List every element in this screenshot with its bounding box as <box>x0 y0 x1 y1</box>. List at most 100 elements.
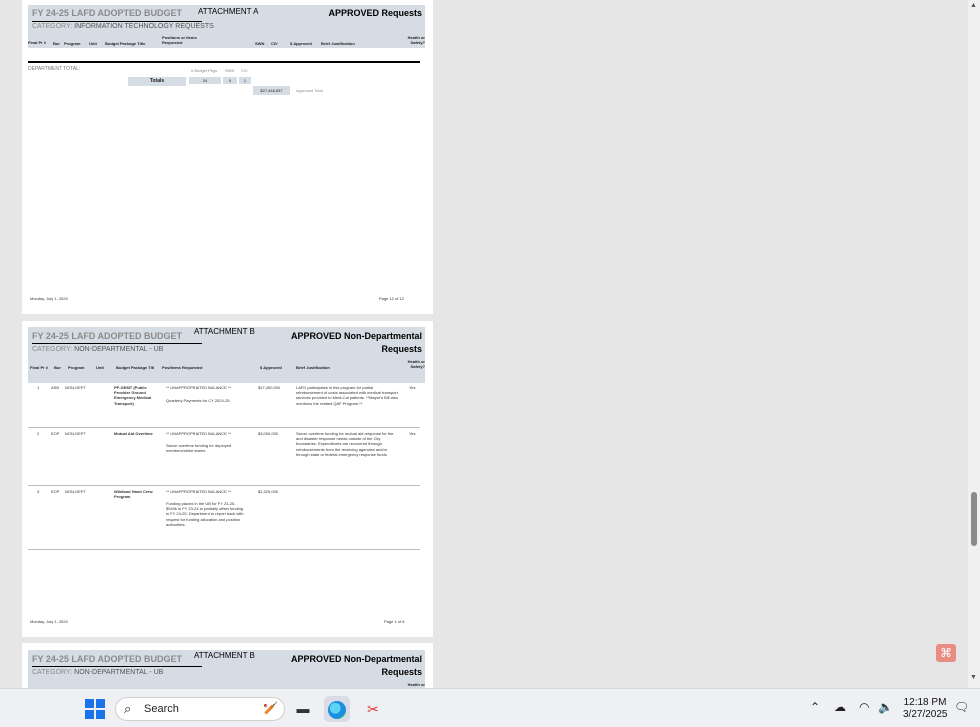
approved-total-label: Approved Total <box>296 88 323 93</box>
row2-bur: EOP <box>51 431 60 436</box>
taskbar-search-box[interactable]: ⌕ Search 🏏 <box>115 697 285 721</box>
row-divider <box>28 549 420 550</box>
scroll-up-arrow-icon[interactable]: ▲ <box>970 2 977 9</box>
col-health: Health or Safety? <box>407 359 425 369</box>
row1-num: 1 <box>37 385 40 390</box>
col-final-pr: Final Pr # <box>30 365 49 370</box>
attachment-label: ATTACHMENT A <box>198 7 259 16</box>
title-underline <box>32 666 202 667</box>
col-bur: Bur <box>53 41 60 46</box>
scrollbar-thumb[interactable] <box>971 492 977 546</box>
category-line: CATEGORY: INFORMATION TECHNOLOGY REQUEST… <box>32 23 214 30</box>
row-divider <box>28 485 420 486</box>
col-program: Program <box>64 41 81 46</box>
acrobat-pdf-icon[interactable]: ⌘ <box>936 644 956 662</box>
approved-heading: APPROVED Non-Departmental Requests <box>290 331 422 354</box>
footer-date: Monday, July 1, 2024 <box>30 296 68 301</box>
chevron-up-icon[interactable]: ⌃ <box>810 700 820 714</box>
footer-page-number: Page 1 of 6 <box>384 619 405 624</box>
col-unit: Unit <box>96 365 104 370</box>
budget-pkgs-header: # Budget Pkgs <box>191 68 218 73</box>
taskbar-clock[interactable]: 12:18 PM 3/27/2025 <box>903 697 948 721</box>
col-unit: Unit <box>89 41 97 46</box>
search-icon: ⌕ <box>124 701 132 716</box>
row1-program: NON-DEPT <box>65 385 86 390</box>
pdf-viewer[interactable]: FY 24-25 LAFD ADOPTED BUDGET ATTACHMENT … <box>0 0 980 688</box>
row3-title: Wildland Hand Crew Program <box>114 489 153 500</box>
row3-bur: EOP <box>51 489 60 494</box>
col-approved: $ Approved <box>260 365 282 370</box>
volume-icon[interactable]: 🔈 <box>878 700 893 714</box>
col-justification: Brief Justification <box>321 41 355 46</box>
scroll-down-arrow-icon[interactable]: ▼ <box>970 674 977 681</box>
section-rule <box>28 61 420 63</box>
col-positions: Positions or Items Requested <box>162 35 197 45</box>
category-line: CATEGORY: NON-DEPARTMENTAL - UB <box>32 669 164 676</box>
approved-total-value: $27,446,837 <box>253 86 290 95</box>
attachment-label: ATTACHMENT B <box>194 327 255 336</box>
totals-swn: 0 <box>223 77 237 84</box>
swn-header: SWN <box>225 68 235 73</box>
row3-amount: $2,325,000 <box>258 489 279 494</box>
snipping-tool-icon[interactable]: ✂ <box>360 696 386 722</box>
pdf-page-12: FY 24-25 LAFD ADOPTED BUDGET ATTACHMENT … <box>22 0 433 314</box>
row2-amount: $3,000,000 <box>258 431 279 436</box>
approved-heading: APPROVED Requests <box>328 8 422 18</box>
budget-title: FY 24-25 LAFD ADOPTED BUDGET <box>32 331 183 341</box>
task-view-icon[interactable]: ▬ <box>290 696 316 722</box>
row3-program: NON-DEPT <box>65 489 86 494</box>
row2-title: Mutual Aid Overtime <box>114 431 153 436</box>
clock-time: 12:18 PM <box>903 697 947 708</box>
category-line: CATEGORY: NON-DEPARTMENTAL - UB <box>32 346 164 353</box>
onedrive-cloud-icon[interactable]: ☁ <box>834 700 846 714</box>
row2-items-ub: ** UNAPPROPRIATED BALANCE ** <box>166 431 232 436</box>
row2-justification: Sworn overtime funding for mutual aid re… <box>296 431 394 457</box>
row3-num: 3 <box>37 489 40 494</box>
totals-pkgs: 24 <box>189 77 221 84</box>
totals-civ: 1 <box>239 77 251 84</box>
col-approved: $ Approved <box>290 41 312 46</box>
civ-header: CIV <box>241 68 248 73</box>
col-budget-package-title: Budget Package Titl <box>116 365 155 370</box>
row1-justification: LAFD participates in this program for pa… <box>296 385 398 406</box>
title-underline <box>32 343 202 344</box>
row2-items-detail: Sworn overtime funding for deployed memb… <box>166 443 232 454</box>
page-header: FY 24-25 LAFD ADOPTED BUDGET ATTACHMENT … <box>28 5 425 48</box>
department-total-label: DEPARTMENT TOTAL: <box>28 66 81 72</box>
row3-items-detail: Funding placed in the UB for FY 24-25. $… <box>166 501 244 527</box>
edge-browser-icon[interactable] <box>324 696 350 722</box>
wifi-icon[interactable]: ◠ <box>859 700 869 714</box>
col-pos-items: Pos/Items Requested <box>162 365 203 370</box>
page-header: FY 24-25 LAFD ADOPTED BUDGET ATTACHMENT … <box>28 650 425 688</box>
row2-health: Yes <box>409 431 416 436</box>
col-health: Health or Safety? <box>407 35 425 45</box>
search-placeholder: Search <box>144 703 179 715</box>
footer-date: Monday, July 1, 2024 <box>30 619 68 624</box>
pdf-page-1-of-6: FY 24-25 LAFD ADOPTED BUDGET ATTACHMENT … <box>22 321 433 637</box>
row-divider <box>28 427 420 428</box>
col-budget-package-title: Budget Package Title <box>105 41 146 46</box>
col-bur: Bur <box>54 365 61 370</box>
row3-items-ub: ** UNAPPROPRIATED BALANCE ** <box>166 489 232 494</box>
col-swn: SWN <box>255 41 265 46</box>
col-justification: Brief Justification <box>296 365 330 370</box>
approved-heading: APPROVED Non-Departmental Requests <box>290 654 422 677</box>
attachment-label: ATTACHMENT B <box>194 651 255 660</box>
row1-items-detail: Quarterly Payments for CY 2024-25. <box>166 398 231 403</box>
totals-label: Totals <box>128 77 186 86</box>
search-highlight-icon: 🏏 <box>263 701 278 715</box>
row2-program: NON-DEPT <box>65 431 86 436</box>
row2-num: 2 <box>37 431 40 436</box>
col-final-pr: Final Pr # <box>28 40 47 45</box>
windows-taskbar: ⌕ Search 🏏 ▬ ✂ ⌃ ☁ ◠ 🔈 12:18 PM 3/27/202… <box>0 688 980 727</box>
notification-icon[interactable]: 🗨 <box>954 700 969 714</box>
pdf-page-next: FY 24-25 LAFD ADOPTED BUDGET ATTACHMENT … <box>22 643 433 688</box>
windows-start-icon[interactable] <box>85 699 105 719</box>
row1-title: PP-GEMT (Public Provider Ground Emergenc… <box>114 385 152 406</box>
row1-health: Yes <box>409 385 416 390</box>
col-health: Health or <box>407 682 425 687</box>
page-header: FY 24-25 LAFD ADOPTED BUDGET ATTACHMENT … <box>28 327 425 383</box>
vertical-scrollbar[interactable]: ▲ ▼ <box>968 0 980 688</box>
row1-amount: $27,450,000 <box>258 385 281 390</box>
col-civ: CIV <box>271 41 278 46</box>
